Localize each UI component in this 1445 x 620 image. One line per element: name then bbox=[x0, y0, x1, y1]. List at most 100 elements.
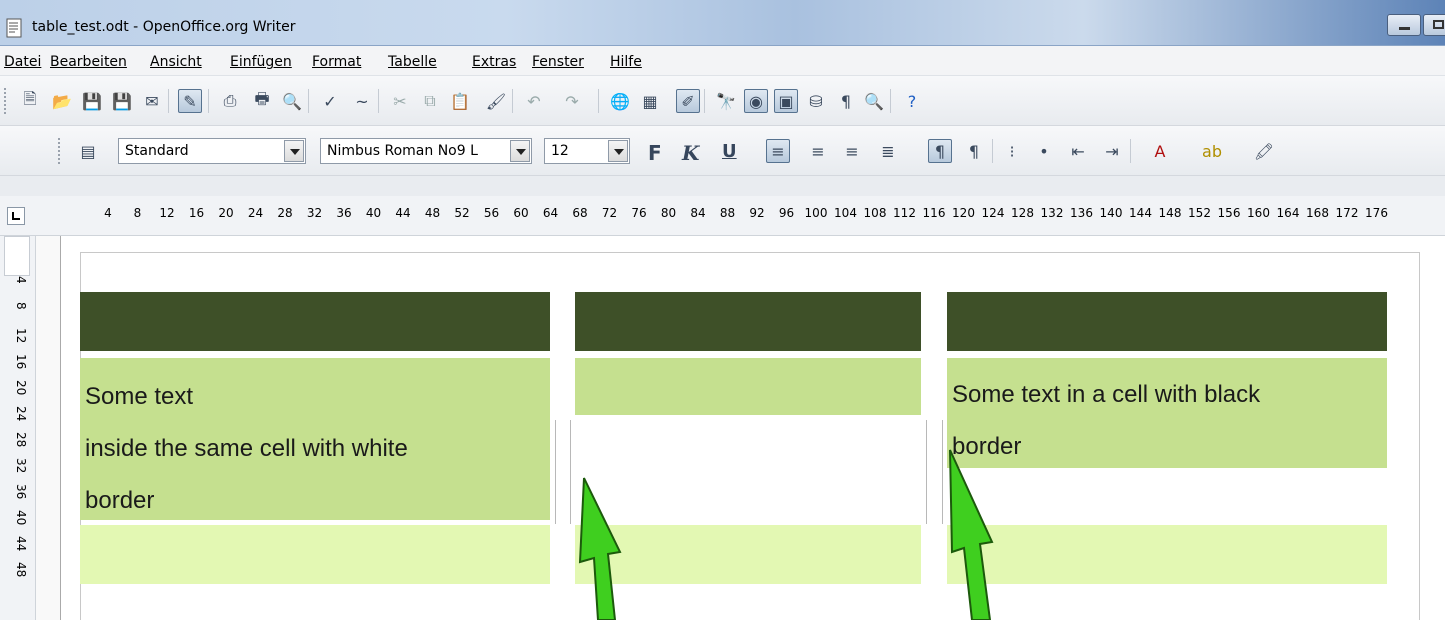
right-to-left-icon[interactable]: ¶ bbox=[962, 139, 986, 163]
navigator-icon[interactable]: ◉ bbox=[744, 89, 768, 113]
styles-formatting-icon[interactable]: ▤ bbox=[76, 139, 100, 163]
ruler-tick: 132 bbox=[1040, 206, 1064, 220]
menu-ansicht[interactable]: Ansicht bbox=[150, 54, 202, 70]
horizontal-ruler[interactable]: 4 8 12 16 20 24 28 32 36 40 44 48 52 56 60 64 68 72 76 80 84… bbox=[0, 196, 1445, 236]
find-replace-icon[interactable]: 🔭 bbox=[714, 89, 738, 113]
ruler-tick: 144 bbox=[1129, 206, 1152, 220]
ruler-tick: 44 bbox=[395, 206, 411, 220]
left-to-right-icon[interactable]: ¶ bbox=[928, 139, 952, 163]
paragraph-style-select[interactable]: Standard bbox=[118, 138, 306, 164]
font-color-icon[interactable]: A bbox=[1148, 139, 1172, 163]
table-cell-bottom-3[interactable] bbox=[947, 525, 1387, 584]
print-preview-icon[interactable]: 🔍 bbox=[280, 89, 304, 113]
align-center-icon[interactable]: ≡ bbox=[806, 139, 830, 163]
menu-extras[interactable]: Extras bbox=[472, 54, 516, 70]
decrease-indent-icon[interactable]: ⇤ bbox=[1066, 139, 1090, 163]
spellcheck-icon[interactable]: ✓ bbox=[318, 89, 342, 113]
bold-button[interactable]: F bbox=[648, 141, 662, 165]
toolbar-grip[interactable] bbox=[4, 88, 7, 114]
font-name-select[interactable]: Nimbus Roman No9 L bbox=[320, 138, 532, 164]
ruler-tick: 8 bbox=[133, 206, 142, 220]
new-document-icon[interactable]: 🗎 bbox=[18, 89, 42, 113]
show-draw-functions-icon[interactable]: ✐ bbox=[676, 89, 700, 113]
print-icon[interactable]: 🖶 bbox=[250, 89, 274, 113]
copy-icon[interactable]: ⧉ bbox=[418, 89, 442, 113]
save-as-icon[interactable]: 💾 bbox=[110, 89, 134, 113]
ruler-tick: 60 bbox=[513, 206, 529, 220]
chevron-down-icon[interactable] bbox=[284, 140, 304, 162]
hyperlink-icon[interactable]: 🌐 bbox=[608, 89, 632, 113]
table-cell-header-2[interactable] bbox=[575, 292, 921, 351]
vertical-ruler-tick: 40 bbox=[14, 510, 28, 526]
maximize-button[interactable] bbox=[1423, 14, 1445, 36]
autospellcheck-icon[interactable]: ~ bbox=[350, 89, 374, 113]
font-name-value: Nimbus Roman No9 L bbox=[327, 143, 478, 159]
menu-bearbeiten[interactable]: Bearbeiten bbox=[50, 54, 127, 70]
help-icon[interactable]: ? bbox=[900, 89, 924, 113]
clone-formatting-icon[interactable]: 🖌 bbox=[484, 89, 508, 113]
background-color-icon[interactable]: 🖍 bbox=[1252, 139, 1276, 163]
chevron-down-icon[interactable] bbox=[608, 140, 628, 162]
zoom-icon[interactable]: 🔍 bbox=[862, 89, 886, 113]
ruler-tick: 128 bbox=[1011, 206, 1034, 220]
undo-icon[interactable]: ↶ bbox=[522, 89, 546, 113]
menu-einfuegen[interactable]: Einfügen bbox=[230, 54, 292, 70]
separator bbox=[992, 139, 993, 163]
italic-button[interactable]: K bbox=[682, 141, 699, 165]
send-email-icon[interactable]: ✉ bbox=[140, 89, 164, 113]
ruler-tick: 16 bbox=[188, 206, 205, 220]
separator bbox=[308, 89, 309, 113]
redo-icon[interactable]: ↷ bbox=[560, 89, 584, 113]
menu-hilfe[interactable]: Hilfe bbox=[610, 54, 642, 70]
standard-toolbar: 🗎 📂 💾 💾 ✉ ✎ ⎙ 🖶 🔍 ✓ ~ ✂ ⧉ 📋 🖌 ↶ ↷ 🌐 ▦ ✐ … bbox=[0, 76, 1445, 126]
data-sources-icon[interactable]: ⛁ bbox=[804, 89, 828, 113]
ruler-tick: 172 bbox=[1335, 206, 1359, 220]
menu-datei[interactable]: Datei bbox=[4, 54, 41, 70]
table-cell-middle[interactable] bbox=[575, 358, 921, 415]
vertical-ruler-tick: 12 bbox=[14, 328, 28, 344]
edit-mode-icon[interactable]: ✎ bbox=[178, 89, 202, 113]
justify-icon[interactable]: ≣ bbox=[876, 139, 900, 163]
menu-tabelle[interactable]: Tabelle bbox=[388, 54, 437, 70]
ruler-tick: 136 bbox=[1070, 206, 1093, 220]
cut-icon[interactable]: ✂ bbox=[388, 89, 412, 113]
export-pdf-icon[interactable]: ⎙ bbox=[218, 89, 242, 113]
minimize-button[interactable] bbox=[1387, 14, 1421, 36]
menu-fenster[interactable]: Fenster bbox=[532, 54, 584, 70]
numbering-icon[interactable]: ⁝ bbox=[1000, 139, 1024, 163]
ruler-tick: 148 bbox=[1158, 206, 1182, 220]
formatting-marks-icon[interactable]: ¶ bbox=[834, 89, 858, 113]
ruler-tick: 24 bbox=[247, 206, 264, 220]
vertical-ruler-tick: 4 bbox=[14, 276, 28, 284]
table-cell-bottom-1[interactable] bbox=[80, 525, 550, 584]
table-cell-white-border[interactable]: Some text inside the same cell with whit… bbox=[80, 358, 550, 520]
table-cell-header-1[interactable] bbox=[80, 292, 550, 351]
table-cell-black-border[interactable]: Some text in a cell with black border bbox=[947, 358, 1387, 468]
align-left-icon[interactable]: ≡ bbox=[766, 139, 790, 163]
underline-button[interactable]: U bbox=[722, 141, 737, 162]
separator bbox=[598, 89, 599, 113]
separator bbox=[168, 89, 169, 113]
toolbar-grip[interactable] bbox=[58, 138, 61, 164]
increase-indent-icon[interactable]: ⇥ bbox=[1100, 139, 1124, 163]
chevron-down-icon[interactable] bbox=[510, 140, 530, 162]
cell-text-line: Some text in a cell with black bbox=[952, 381, 1261, 408]
annotation-arrow-icon bbox=[578, 477, 622, 620]
vertical-ruler-tick: 24 bbox=[14, 406, 28, 422]
highlighting-icon[interactable]: ab bbox=[1200, 139, 1224, 163]
save-icon[interactable]: 💾 bbox=[80, 89, 104, 113]
align-right-icon[interactable]: ≡ bbox=[840, 139, 864, 163]
table-icon[interactable]: ▦ bbox=[638, 89, 662, 113]
tab-stop-selector-icon[interactable] bbox=[7, 207, 25, 225]
vertical-ruler[interactable]: 4 8 12 16 20 24 28 32 36 40 44 48 bbox=[0, 236, 36, 620]
bullets-icon[interactable]: • bbox=[1032, 139, 1056, 163]
table-cell-header-3[interactable] bbox=[947, 292, 1387, 351]
window-title: table_test.odt - OpenOffice.org Writer bbox=[32, 19, 296, 35]
gallery-icon[interactable]: ▣ bbox=[774, 89, 798, 113]
font-size-select[interactable]: 12 bbox=[544, 138, 630, 164]
paste-icon[interactable]: 📋 bbox=[448, 89, 472, 113]
cell-text-line: Some text bbox=[85, 383, 194, 410]
ruler-strip bbox=[0, 176, 1445, 196]
open-folder-icon[interactable]: 📂 bbox=[50, 89, 74, 113]
menu-format[interactable]: Format bbox=[312, 54, 361, 70]
